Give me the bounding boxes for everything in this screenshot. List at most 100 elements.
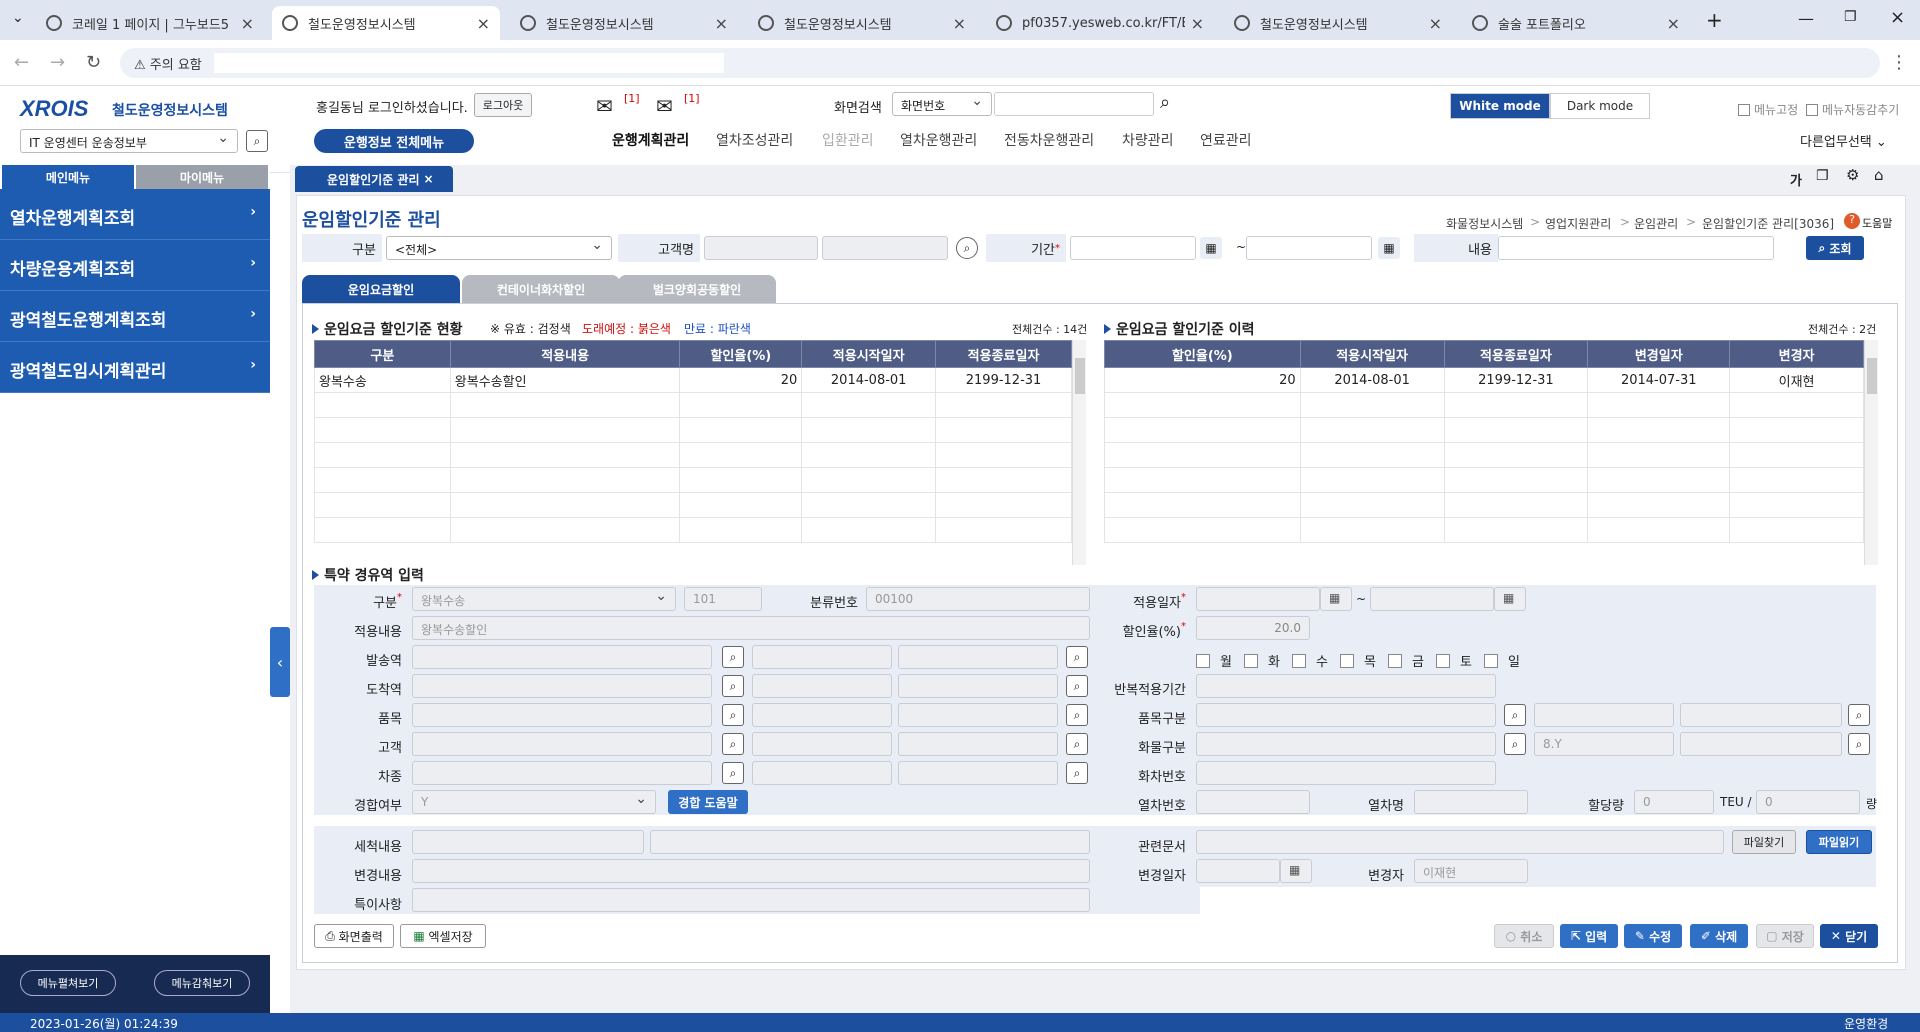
- detail-input[interactable]: [650, 830, 1090, 854]
- table-row[interactable]: 20 2014-08-01 2199-12-31 2014-07-31 이재현: [1104, 367, 1864, 393]
- more-menu-icon[interactable]: ⋮: [1890, 52, 1908, 73]
- item-name[interactable]: [752, 703, 892, 727]
- security-warning[interactable]: ⚠ 주의 요함: [134, 54, 202, 73]
- browser-tab[interactable]: 술술 포트폴리오 ×: [1462, 6, 1690, 40]
- day-checkbox-mon[interactable]: 월: [1196, 651, 1232, 670]
- browser-tab-active[interactable]: 철도운영정보시스템 ×: [272, 6, 500, 40]
- menu-operation-plan[interactable]: 운행계획관리: [612, 130, 689, 150]
- calendar-icon[interactable]: ▦: [1280, 859, 1312, 883]
- reload-icon[interactable]: ↻: [86, 52, 101, 73]
- delete-button[interactable]: ✐ 삭제: [1690, 924, 1748, 948]
- other-work-select[interactable]: 다른업무선택 ⌄: [1800, 131, 1887, 150]
- change-date-input[interactable]: [1196, 859, 1280, 883]
- insert-button[interactable]: ⇱ 입력: [1560, 924, 1618, 948]
- via-help-button[interactable]: 경합 도움말: [668, 790, 748, 814]
- tab-main-menu[interactable]: 메인메뉴: [2, 165, 134, 189]
- right-grid-scrollbar[interactable]: [1864, 340, 1878, 565]
- customer-code-input[interactable]: [704, 236, 818, 260]
- table-row[interactable]: 왕복수송 왕복수송할인 20 2014-08-01 2199-12-31: [314, 367, 1072, 393]
- to-station-code[interactable]: [412, 674, 712, 698]
- cargo-class-name[interactable]: 8.Y: [1534, 732, 1674, 756]
- browser-tab[interactable]: 철도운영정보시스템 ×: [510, 6, 738, 40]
- alloc-input[interactable]: 0: [1634, 790, 1714, 814]
- update-button[interactable]: ✎ 수정: [1624, 924, 1682, 948]
- search-icon[interactable]: ⌕: [722, 646, 744, 668]
- search-button[interactable]: ⌕ 조회: [1806, 236, 1864, 260]
- calendar-icon[interactable]: ▦: [1378, 237, 1400, 259]
- back-icon[interactable]: ←: [14, 52, 29, 73]
- gubun-select[interactable]: <전체>: [386, 236, 612, 260]
- restore-icon[interactable]: ❐: [1844, 9, 1857, 25]
- print-button[interactable]: ⎙ 화면출력: [314, 924, 394, 948]
- close-icon[interactable]: ×: [1429, 14, 1442, 33]
- changer-input[interactable]: 이재현: [1414, 859, 1528, 883]
- home-icon[interactable]: ⌂: [1874, 166, 1884, 184]
- col-header[interactable]: 적용종료일자: [935, 340, 1072, 368]
- save-button[interactable]: ▢ 저장: [1756, 924, 1814, 948]
- item-extra[interactable]: [898, 703, 1058, 727]
- class-no-input[interactable]: 00100: [866, 587, 1090, 611]
- screen-search-select[interactable]: 화면번호: [892, 92, 992, 116]
- windows-icon[interactable]: ❐: [1816, 168, 1829, 184]
- omnibox[interactable]: ⚠ 주의 요함: [120, 48, 1880, 78]
- menu-vehicle[interactable]: 차량관리: [1122, 130, 1174, 150]
- table-row[interactable]: [314, 417, 1072, 443]
- customer-form-code[interactable]: [412, 732, 712, 756]
- col-header[interactable]: 변경일자: [1587, 340, 1731, 368]
- col-header[interactable]: 적용시작일자: [801, 340, 937, 368]
- table-row[interactable]: [314, 442, 1072, 468]
- logout-button[interactable]: 로그아웃: [474, 93, 532, 117]
- sidebar-item[interactable]: 열차운행계획조회 ›: [0, 190, 270, 240]
- from-station-code[interactable]: [412, 645, 712, 669]
- col-header[interactable]: 적용내용: [449, 340, 681, 368]
- col-header[interactable]: 할인율(%): [679, 340, 803, 368]
- close-icon[interactable]: ×: [477, 14, 490, 33]
- train-name-input[interactable]: [1414, 790, 1528, 814]
- col-header[interactable]: 적용종료일자: [1443, 340, 1589, 368]
- font-size-icon[interactable]: 가: [1790, 170, 1802, 189]
- sidebar-item[interactable]: 차량운용계획조회 ›: [0, 241, 270, 291]
- calendar-icon[interactable]: ▦: [1320, 587, 1352, 611]
- left-grid-scrollbar[interactable]: [1072, 340, 1086, 565]
- menu-autohide-checkbox[interactable]: 메뉴자동감추기: [1806, 101, 1899, 118]
- table-row[interactable]: [1104, 442, 1864, 468]
- doc-input[interactable]: [1196, 830, 1724, 854]
- url-field[interactable]: [214, 53, 724, 73]
- table-row[interactable]: [1104, 417, 1864, 443]
- period-end-input[interactable]: [1246, 236, 1372, 260]
- alert-mail-icon[interactable]: ✉: [656, 94, 673, 118]
- col-header[interactable]: 구분: [314, 340, 451, 368]
- search-icon[interactable]: ⌕: [1066, 733, 1088, 755]
- search-icon[interactable]: ⌕: [1848, 733, 1870, 755]
- all-menu-button[interactable]: 운행정보 전체메뉴: [314, 129, 474, 153]
- browser-tab[interactable]: 코레일 1 페이지 | 그누보드5 ×: [36, 6, 264, 40]
- menu-fuel[interactable]: 연료관리: [1200, 130, 1252, 150]
- form-gubun-select[interactable]: 왕복수송: [412, 587, 676, 611]
- department-select[interactable]: IT 운영센터 운송정보부: [20, 129, 238, 153]
- search-icon[interactable]: ⌕: [722, 762, 744, 784]
- apply-content-input[interactable]: 왕복수송할인: [412, 616, 1090, 640]
- customer-form-name[interactable]: [752, 732, 892, 756]
- cancel-button[interactable]: ○ 취소: [1494, 924, 1554, 948]
- dark-mode-button[interactable]: Dark mode: [1550, 93, 1650, 119]
- teu-input[interactable]: 0: [1756, 790, 1860, 814]
- search-icon[interactable]: ⌕: [1504, 704, 1526, 726]
- screen-search-input[interactable]: [994, 92, 1154, 116]
- table-row[interactable]: [314, 492, 1072, 518]
- tab-bulk-discount[interactable]: 벌크양회공동할인: [618, 275, 776, 303]
- customer-form-extra[interactable]: [898, 732, 1058, 756]
- col-header[interactable]: 변경자: [1729, 340, 1864, 368]
- logo[interactable]: XROIS: [20, 96, 88, 122]
- search-icon[interactable]: ⌕: [722, 675, 744, 697]
- day-checkbox-tue[interactable]: 화: [1244, 651, 1280, 670]
- day-checkbox-wed[interactable]: 수: [1292, 651, 1328, 670]
- item-class-code[interactable]: [1196, 703, 1496, 727]
- help-link[interactable]: 도움말: [1862, 215, 1892, 231]
- search-icon[interactable]: ⌕: [1066, 704, 1088, 726]
- customer-name-input[interactable]: [822, 236, 948, 260]
- tab-my-menu[interactable]: 마이메뉴: [136, 165, 268, 189]
- file-find-button[interactable]: 파일찾기: [1732, 830, 1796, 854]
- close-icon[interactable]: ×: [1667, 14, 1680, 33]
- table-row[interactable]: [1104, 392, 1864, 418]
- from-station-name[interactable]: [752, 645, 892, 669]
